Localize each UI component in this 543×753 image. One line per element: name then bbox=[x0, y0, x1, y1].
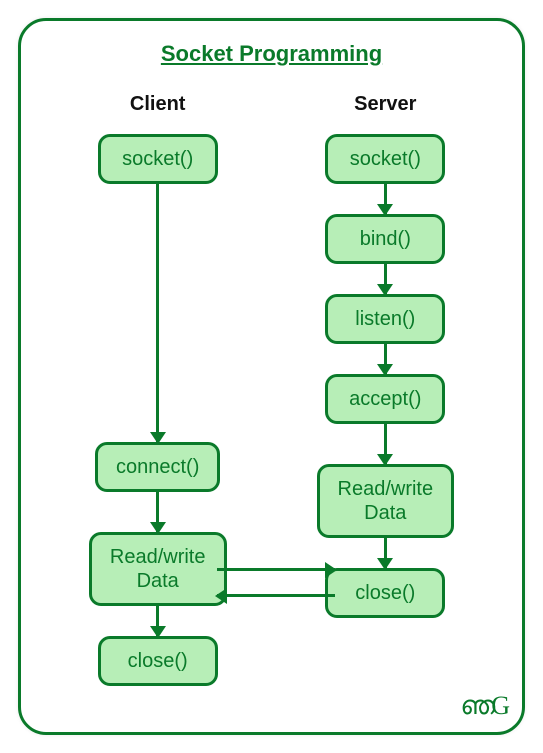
client-socket-node: socket() bbox=[98, 134, 218, 184]
arrow-down-icon bbox=[156, 184, 159, 442]
arrow-left-icon bbox=[217, 594, 335, 597]
diagram-title: Socket Programming bbox=[161, 41, 382, 67]
server-readwrite-node: Read/write Data bbox=[317, 464, 455, 538]
server-bind-node: bind() bbox=[325, 214, 445, 264]
server-close-node: close() bbox=[325, 568, 445, 618]
client-header: Client bbox=[130, 93, 186, 116]
arrow-down-icon bbox=[156, 492, 159, 532]
arrow-down-icon bbox=[384, 184, 387, 214]
server-socket-node: socket() bbox=[325, 134, 445, 184]
diagram-frame: Socket Programming Client socket() conne… bbox=[18, 18, 525, 735]
arrow-right-icon bbox=[217, 568, 335, 571]
arrow-down-icon bbox=[156, 606, 159, 636]
client-connect-node: connect() bbox=[95, 442, 220, 492]
bidirectional-arrows bbox=[217, 562, 335, 606]
server-accept-node: accept() bbox=[325, 374, 445, 424]
client-column: Client socket() connect() Read/write Dat… bbox=[89, 93, 227, 686]
client-close-node: close() bbox=[98, 636, 218, 686]
arrow-down-icon bbox=[384, 264, 387, 294]
arrow-down-icon bbox=[384, 344, 387, 374]
server-listen-node: listen() bbox=[325, 294, 445, 344]
arrow-down-icon bbox=[384, 538, 387, 568]
gfg-logo-icon: ഞG bbox=[460, 691, 506, 722]
client-readwrite-node: Read/write Data bbox=[89, 532, 227, 606]
server-header: Server bbox=[354, 93, 416, 116]
title-wrap: Socket Programming bbox=[21, 21, 522, 67]
arrow-down-icon bbox=[384, 424, 387, 464]
server-column: Server socket() bind() listen() accept()… bbox=[317, 93, 455, 686]
